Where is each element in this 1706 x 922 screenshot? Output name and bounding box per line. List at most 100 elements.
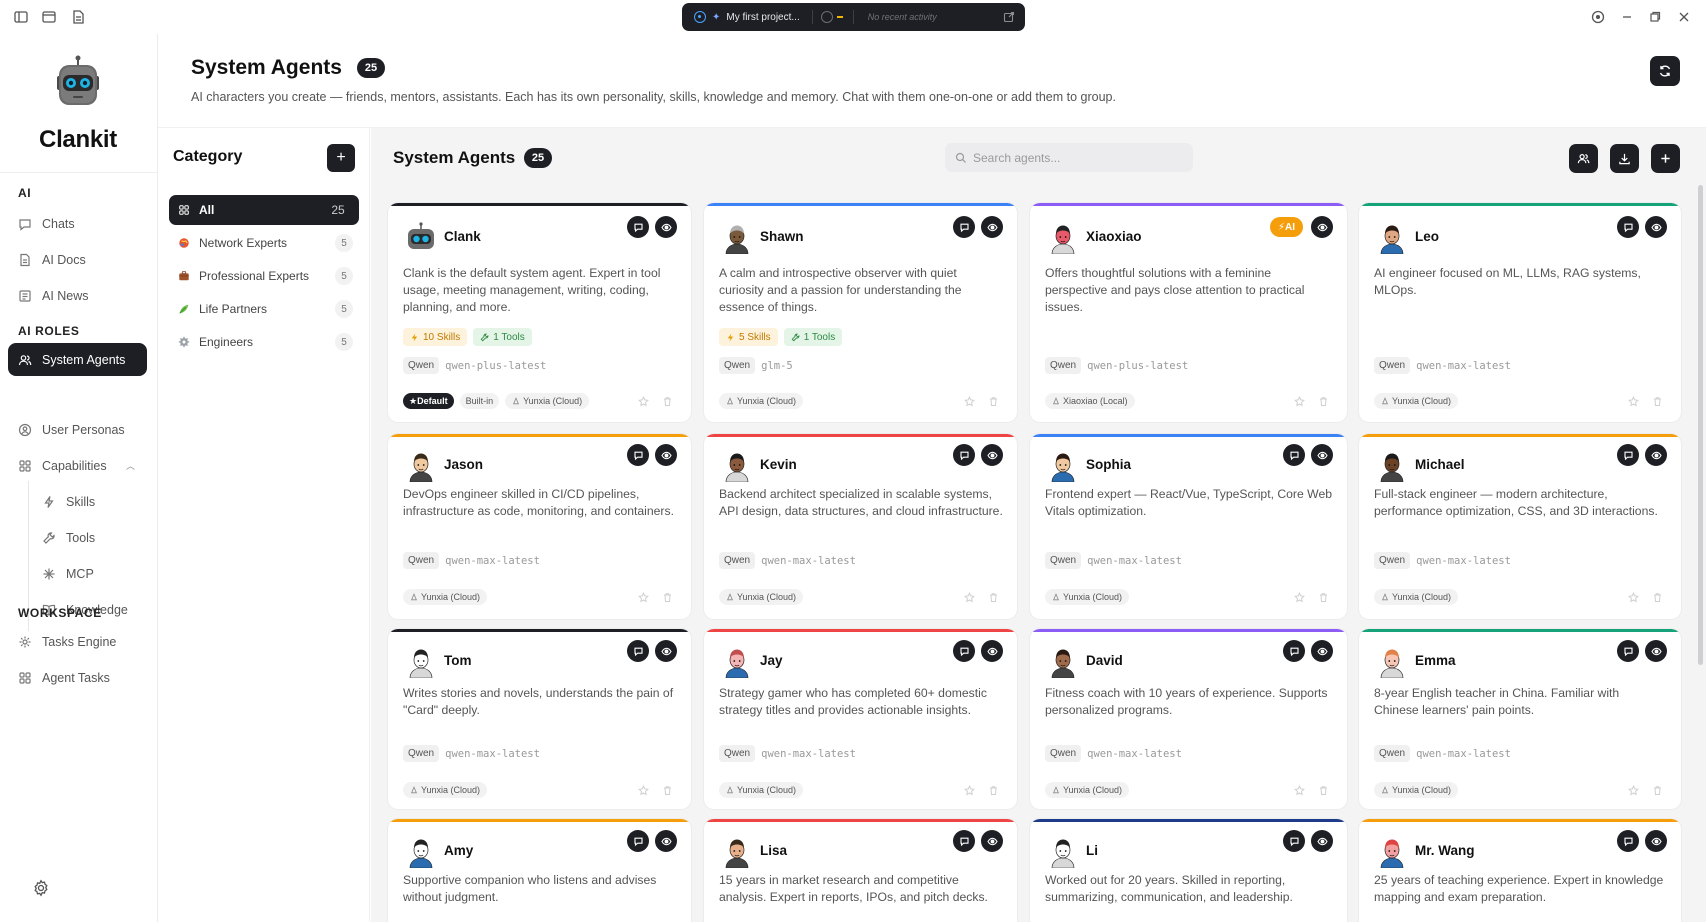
agent-card-emma[interactable]: Emma 8-year English teacher in China. Fam… — [1359, 629, 1681, 809]
sidebar-item-tools[interactable]: Tools — [32, 521, 147, 554]
window-layout-icon[interactable] — [41, 9, 57, 25]
view-button[interactable] — [1645, 830, 1667, 852]
search-agents-box[interactable] — [945, 143, 1193, 172]
view-button[interactable] — [1645, 640, 1667, 662]
chat-button[interactable] — [627, 216, 649, 238]
favorite-star-icon[interactable] — [1628, 592, 1639, 603]
refresh-button[interactable] — [1650, 56, 1680, 86]
view-button[interactable] — [1311, 216, 1333, 238]
chat-button[interactable] — [1617, 640, 1639, 662]
favorite-star-icon[interactable] — [964, 785, 975, 796]
delete-trash-icon[interactable] — [988, 396, 999, 407]
delete-trash-icon[interactable] — [1318, 396, 1329, 407]
agent-card-li[interactable]: Li Worked out for 20 years. Skilled in re… — [1030, 819, 1347, 922]
favorite-star-icon[interactable] — [638, 785, 649, 796]
minimize-icon[interactable] — [1620, 10, 1634, 24]
view-button[interactable] — [981, 830, 1003, 852]
agent-card-xiaoxiao[interactable]: Xiaoxiao ⚡ AI Offers thoughtful solutions … — [1030, 203, 1347, 422]
delete-trash-icon[interactable] — [662, 785, 673, 796]
delete-trash-icon[interactable] — [1318, 592, 1329, 603]
close-icon[interactable] — [1677, 10, 1691, 24]
sidebar-item-user-personas[interactable]: User Personas — [8, 413, 147, 446]
delete-trash-icon[interactable] — [662, 396, 673, 407]
category-item-professional-experts[interactable]: Professional Experts 5 — [169, 261, 359, 291]
sidebar-toggle-icon[interactable] — [13, 9, 29, 25]
chat-button[interactable] — [627, 830, 649, 852]
agent-card-clank[interactable]: Clank Clank is the default system agent. … — [388, 203, 691, 422]
agent-card-shawn[interactable]: Shawn A calm and introspective observer w… — [704, 203, 1017, 422]
delete-trash-icon[interactable] — [988, 785, 999, 796]
view-button[interactable] — [981, 216, 1003, 238]
add-category-button[interactable]: + — [327, 144, 355, 172]
view-button[interactable] — [655, 830, 677, 852]
view-button[interactable] — [1311, 444, 1333, 466]
sidebar-item-tasks-engine[interactable]: Tasks Engine — [8, 625, 147, 658]
project-switcher[interactable]: ✦ My first project... No recent activity — [682, 3, 1025, 31]
favorite-star-icon[interactable] — [638, 396, 649, 407]
favorite-star-icon[interactable] — [1628, 396, 1639, 407]
chat-button[interactable] — [1617, 216, 1639, 238]
document-icon[interactable] — [70, 9, 86, 25]
chat-button[interactable] — [1617, 830, 1639, 852]
agent-card-tom[interactable]: Tom Writes stories and novels, understand… — [388, 629, 691, 809]
chat-button[interactable] — [953, 830, 975, 852]
delete-trash-icon[interactable] — [1652, 396, 1663, 407]
view-button[interactable] — [981, 640, 1003, 662]
view-button[interactable] — [981, 444, 1003, 466]
manage-personas-button[interactable] — [1569, 144, 1598, 173]
category-item-network-experts[interactable]: Network Experts 5 — [169, 228, 359, 258]
import-button[interactable] — [1610, 144, 1639, 173]
chat-button[interactable] — [627, 444, 649, 466]
agent-card-michael[interactable]: Michael Full-stack engineer — modern arch… — [1359, 434, 1681, 619]
view-button[interactable] — [655, 444, 677, 466]
agent-card-kevin[interactable]: Kevin Backend architect specialized in sc… — [704, 434, 1017, 619]
delete-trash-icon[interactable] — [662, 592, 673, 603]
favorite-star-icon[interactable] — [964, 396, 975, 407]
add-agent-button[interactable] — [1651, 144, 1680, 173]
sidebar-item-system-agents[interactable]: System Agents — [8, 343, 147, 376]
chevron-up-icon[interactable]: ︿ — [126, 459, 135, 472]
delete-trash-icon[interactable] — [1318, 785, 1329, 796]
category-item-engineers[interactable]: Engineers 5 — [169, 327, 359, 357]
sidebar-item-ai-docs[interactable]: AI Docs — [8, 243, 147, 276]
agent-card-mr-wang[interactable]: Mr. Wang 25 years of teaching experience.… — [1359, 819, 1681, 922]
agent-card-sophia[interactable]: Sophia Frontend expert — React/Vue, TypeS… — [1030, 434, 1347, 619]
favorite-star-icon[interactable] — [1294, 785, 1305, 796]
sidebar-item-ai-news[interactable]: AI News — [8, 279, 147, 312]
agent-card-leo[interactable]: Leo AI engineer focused on ML, LLMs, RAG … — [1359, 203, 1681, 422]
view-button[interactable] — [1311, 830, 1333, 852]
sidebar-item-skills[interactable]: Skills — [32, 485, 147, 518]
scrollbar[interactable] — [1698, 185, 1703, 665]
chat-button[interactable] — [1283, 444, 1305, 466]
delete-trash-icon[interactable] — [988, 592, 999, 603]
sidebar-item-agent-tasks[interactable]: Agent Tasks — [8, 661, 147, 694]
search-input[interactable] — [973, 150, 1173, 165]
sidebar-item-capabilities[interactable]: Capabilities ︿ — [8, 449, 147, 482]
settings-gear-icon[interactable] — [32, 879, 50, 897]
view-button[interactable] — [1645, 216, 1667, 238]
sidebar-item-chats[interactable]: Chats — [8, 207, 147, 240]
chat-button[interactable] — [953, 444, 975, 466]
favorite-star-icon[interactable] — [1294, 396, 1305, 407]
favorite-star-icon[interactable] — [964, 592, 975, 603]
chat-button[interactable] — [627, 640, 649, 662]
chat-button[interactable] — [953, 640, 975, 662]
favorite-star-icon[interactable] — [638, 592, 649, 603]
view-button[interactable] — [655, 216, 677, 238]
favorite-star-icon[interactable] — [1628, 785, 1639, 796]
category-item-all[interactable]: All 25 — [169, 195, 359, 225]
view-button[interactable] — [1311, 640, 1333, 662]
favorite-star-icon[interactable] — [1294, 592, 1305, 603]
open-external-icon[interactable] — [1003, 11, 1015, 23]
delete-trash-icon[interactable] — [1652, 592, 1663, 603]
agent-card-lisa[interactable]: Lisa 15 years in market research and comp… — [704, 819, 1017, 922]
category-item-life-partners[interactable]: Life Partners 5 — [169, 294, 359, 324]
agent-card-david[interactable]: David Fitness coach with 10 years of expe… — [1030, 629, 1347, 809]
agent-card-jay[interactable]: Jay Strategy gamer who has completed 60+ … — [704, 629, 1017, 809]
chat-button[interactable] — [953, 216, 975, 238]
delete-trash-icon[interactable] — [1652, 785, 1663, 796]
chat-button[interactable] — [1617, 444, 1639, 466]
view-button[interactable] — [1645, 444, 1667, 466]
chat-button[interactable] — [1283, 830, 1305, 852]
sidebar-item-mcp[interactable]: MCP — [32, 557, 147, 590]
